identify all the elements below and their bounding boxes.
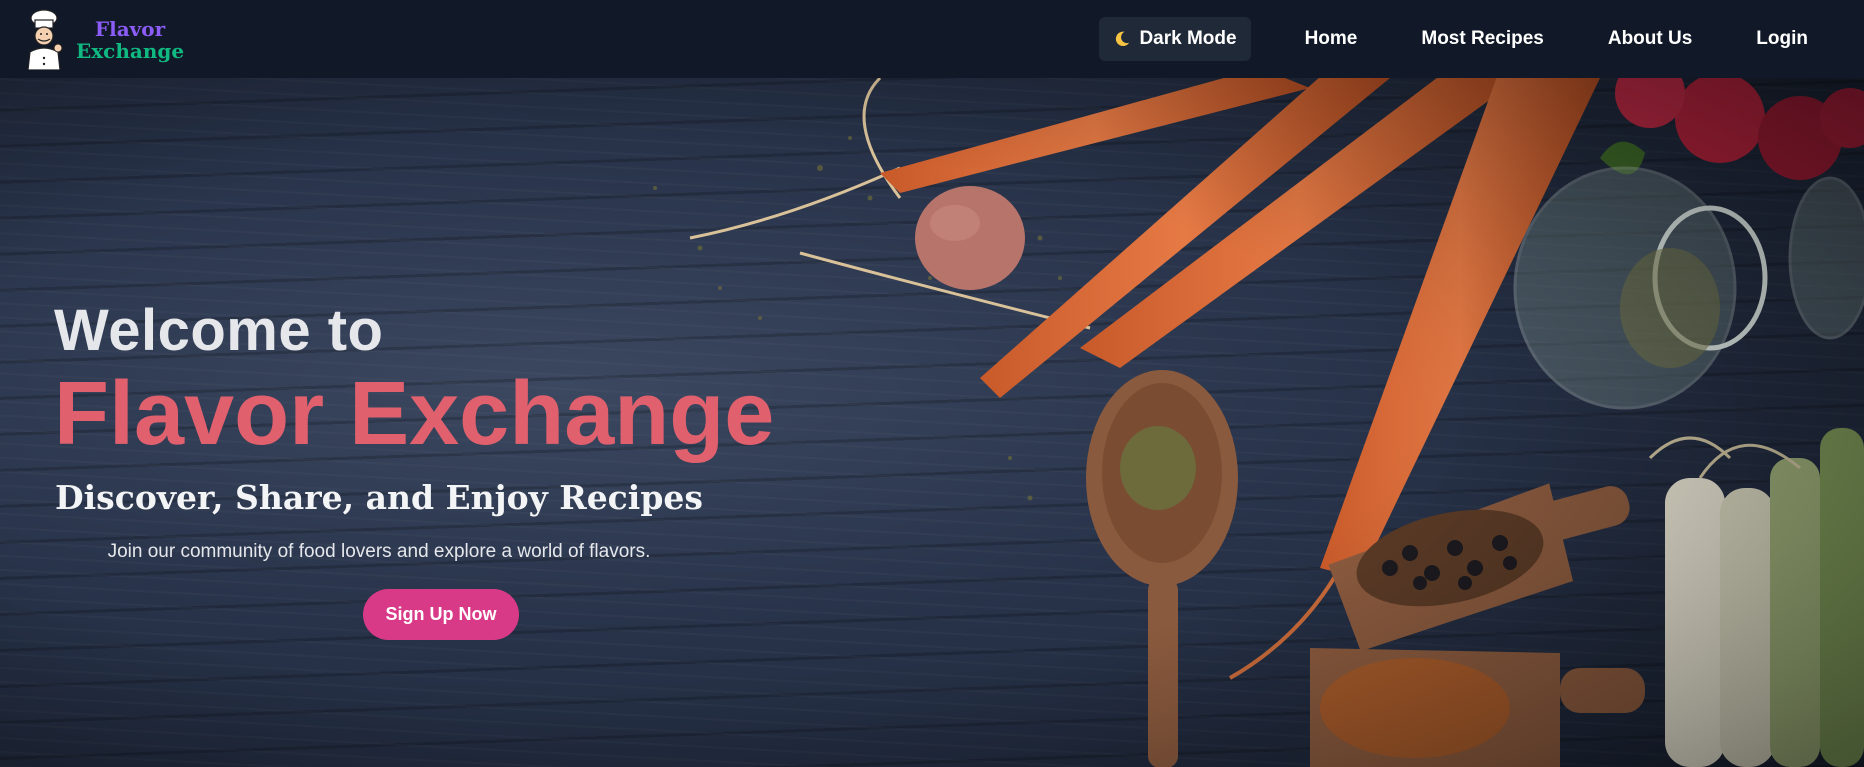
logo-line-1: Flavor [94,17,166,41]
hero-welcome: Welcome to [54,298,384,363]
logo[interactable]: Flavor Exchange [20,8,184,70]
nav-links: Dark Mode Home Most Recipes About Us Log… [1099,17,1832,61]
chef-icon [27,9,63,70]
hero-content: Welcome to Flavor Exchange Discover, Sha… [54,300,834,640]
dark-mode-label: Dark Mode [1139,28,1237,49]
hero-section: Welcome to Flavor Exchange Discover, Sha… [0,78,1864,767]
hero-tagline: Discover, Share, and Enjoy Recipes [55,478,703,517]
logo-text: Flavor Exchange [76,18,184,62]
sign-up-button[interactable]: Sign Up Now [363,589,519,640]
moon-icon [1116,31,1130,47]
hero-subtext: Join our community of food lovers and ex… [107,541,651,562]
dark-mode-toggle[interactable]: Dark Mode [1099,17,1251,61]
navbar: Flavor Exchange Dark Mode Home Most Reci… [0,0,1864,78]
nav-most-recipes[interactable]: Most Recipes [1397,17,1567,61]
nav-home[interactable]: Home [1281,17,1382,61]
nav-login[interactable]: Login [1732,17,1832,61]
hero-title: Flavor Exchange [54,364,775,464]
logo-line-2: Exchange [76,39,185,63]
nav-about-us[interactable]: About Us [1584,17,1716,61]
